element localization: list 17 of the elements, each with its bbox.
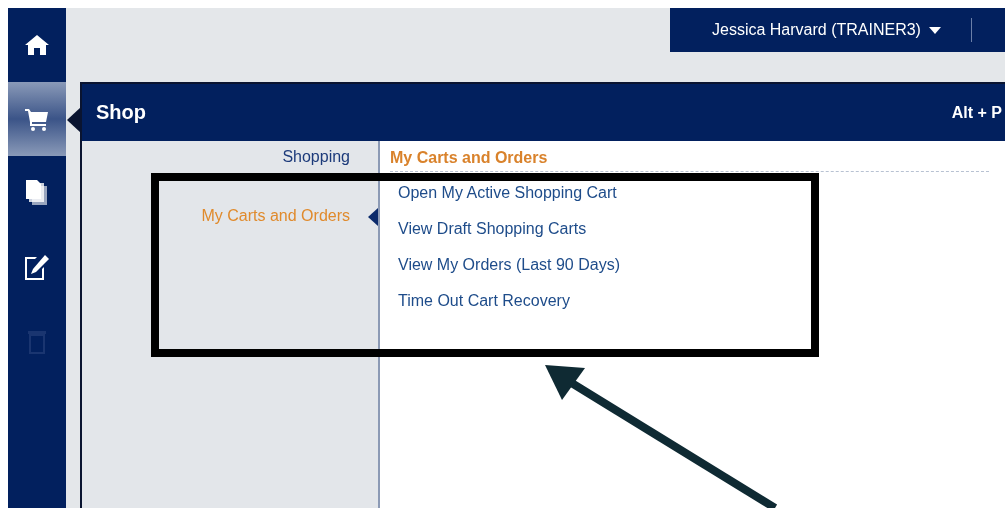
edit-icon [24,253,50,281]
shortcut-hint: Alt + P [951,103,1002,122]
section-title: My Carts and Orders [390,149,989,172]
cart-nav-item[interactable] [8,82,66,156]
pointer-icon [368,208,378,226]
cart-icon [24,106,50,132]
trash-icon [26,328,48,354]
menu-link[interactable]: View My Orders (Last 90 Days) [398,256,620,274]
home-icon [24,33,50,57]
nav-link[interactable]: Shopping [282,148,378,167]
user-menu[interactable]: Jessica Harvard (TRAINER3) [670,8,1005,52]
caret-icon [928,26,941,34]
menu-link[interactable]: View Draft Shopping Carts [398,220,587,238]
panel-title: Shop [96,101,146,124]
menu-link[interactable]: Time Out Cart Recovery [398,292,570,310]
documents-icon [25,179,49,207]
menu-link[interactable]: Open My Active Shopping Cart [398,184,617,202]
